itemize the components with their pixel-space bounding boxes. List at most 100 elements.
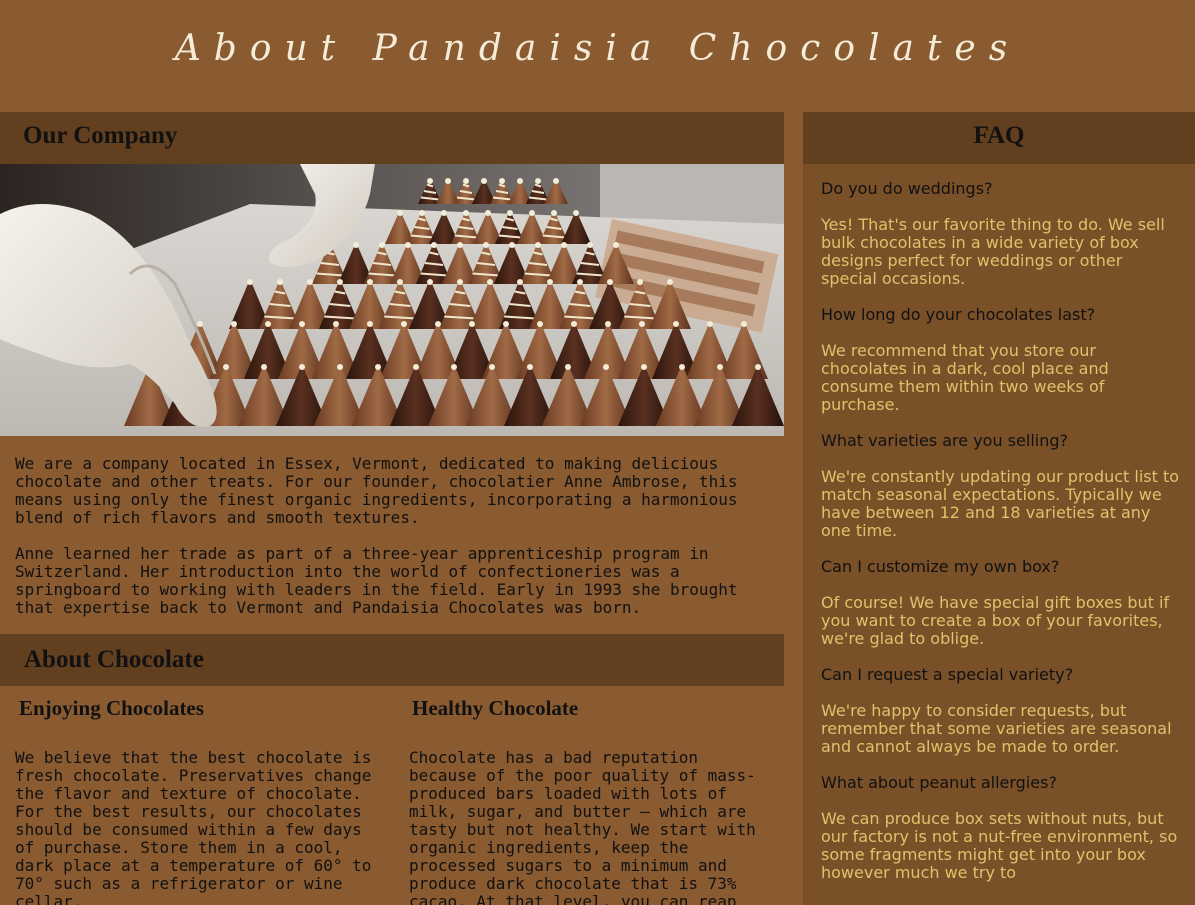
chocolate-cone-tip bbox=[613, 242, 619, 248]
chocolate-cone-tip bbox=[639, 321, 645, 327]
chocolate-cone-tip bbox=[481, 178, 487, 184]
chocolate-cone-tip bbox=[517, 178, 523, 184]
chocolate-cone-tip bbox=[547, 279, 553, 285]
chocolate-cone-tip bbox=[537, 321, 543, 327]
faq-answer: Yes! That's our favorite thing to do. We… bbox=[821, 215, 1165, 288]
chocolate-cone-tip bbox=[397, 210, 403, 216]
chocolate-cone-tip bbox=[641, 364, 647, 370]
chocolate-cone-tip bbox=[445, 178, 451, 184]
chocolate-cone-tip bbox=[231, 321, 237, 327]
chocolate-cone-tip bbox=[637, 279, 643, 285]
chocolate-cone-tip bbox=[667, 279, 673, 285]
faq-answer: Of course! We have special gift boxes bu… bbox=[821, 593, 1170, 648]
chocolate-cone-tip bbox=[717, 364, 723, 370]
chocolate-cone-tip bbox=[431, 242, 437, 248]
company-paragraph-2: Anne learned her trade as part of a thre… bbox=[15, 544, 738, 617]
faq-answer: We can produce box sets without nuts, bu… bbox=[821, 809, 1178, 882]
chocolate-cone-tip bbox=[507, 210, 513, 216]
chocolate-cone-tip bbox=[499, 178, 505, 184]
faq-question: How long do your chocolates last? bbox=[821, 305, 1096, 324]
chocolate-cone-tip bbox=[457, 242, 463, 248]
chocolate-cone-tip bbox=[247, 279, 253, 285]
chocolate-cone-tip bbox=[223, 364, 229, 370]
company-paragraph-1: We are a company located in Essex, Vermo… bbox=[15, 454, 738, 527]
chocolate-cone-tip bbox=[469, 321, 475, 327]
chocolate-cone-tip bbox=[367, 321, 373, 327]
chocolate-cone-tip bbox=[551, 210, 557, 216]
faq-answer: We recommend that you store our chocolat… bbox=[821, 341, 1109, 414]
chocolate-cone-tip bbox=[605, 321, 611, 327]
healthy-chocolate-text: Chocolate has a bad reputation because o… bbox=[409, 748, 756, 905]
chocolate-cone-tip bbox=[353, 242, 359, 248]
faq-answer: We're constantly updating our product li… bbox=[821, 467, 1180, 540]
chocolate-cone-tip bbox=[401, 321, 407, 327]
chocolate-cone-tip bbox=[379, 242, 385, 248]
faq-heading-bar: FAQ bbox=[803, 112, 1195, 164]
chocolate-cone-tip bbox=[451, 364, 457, 370]
chocolate-cone-tip bbox=[265, 321, 271, 327]
chocolate-cone-tip bbox=[571, 321, 577, 327]
chocolate-cone-tip bbox=[277, 279, 283, 285]
chocolate-cone-tip bbox=[483, 242, 489, 248]
company-hero-image bbox=[0, 164, 784, 436]
chocolate-tray-illustration bbox=[0, 164, 784, 436]
healthy-chocolate-heading: Healthy Chocolate bbox=[412, 696, 579, 720]
chocolate-cone-tip bbox=[517, 279, 523, 285]
chocolate-cone-tip bbox=[503, 321, 509, 327]
site-header: About Pandaisia Chocolates bbox=[0, 0, 1195, 112]
about-chocolate-heading: About Chocolate bbox=[24, 646, 204, 673]
chocolate-cone-tip bbox=[367, 279, 373, 285]
faq-question: What about peanut allergies? bbox=[821, 773, 1057, 792]
chocolate-cone-tip bbox=[603, 364, 609, 370]
chocolate-cone-tip bbox=[561, 242, 567, 248]
chocolate-cone-tip bbox=[577, 279, 583, 285]
chocolate-cone-tip bbox=[299, 364, 305, 370]
chocolate-cone-tip bbox=[337, 364, 343, 370]
chocolate-cone-tip bbox=[527, 364, 533, 370]
chocolate-cone-tip bbox=[485, 210, 491, 216]
enjoying-chocolates-heading: Enjoying Chocolates bbox=[19, 696, 204, 720]
company-heading-bar: Our Company bbox=[0, 112, 784, 164]
chocolate-cone-tip bbox=[375, 364, 381, 370]
chocolate-cone-tip bbox=[427, 178, 433, 184]
chocolate-cone-tip bbox=[529, 210, 535, 216]
page-title: About Pandaisia Chocolates bbox=[174, 28, 1021, 69]
faq-answer: We're happy to consider requests, but re… bbox=[821, 701, 1172, 756]
faq-sidebar: FAQ Do you do weddings? Yes! That's our … bbox=[803, 112, 1195, 905]
chocolate-cone-tip bbox=[509, 242, 515, 248]
chocolate-cone-tip bbox=[457, 279, 463, 285]
chocolate-cone-tip bbox=[535, 242, 541, 248]
faq-question: Can I request a special variety? bbox=[821, 665, 1074, 684]
chocolate-cone-tip bbox=[553, 178, 559, 184]
chocolate-cone-tip bbox=[419, 210, 425, 216]
chocolate-cone-tip bbox=[673, 321, 679, 327]
chocolate-cone-tip bbox=[487, 279, 493, 285]
chocolate-cone-tip bbox=[435, 321, 441, 327]
faq-list: Do you do weddings? Yes! That's our favo… bbox=[821, 180, 1183, 900]
chocolate-cone-tip bbox=[299, 321, 305, 327]
chocolate-cone-tip bbox=[405, 242, 411, 248]
chocolate-cone-tip bbox=[755, 364, 761, 370]
chocolate-cone-tip bbox=[463, 210, 469, 216]
chocolate-cone-tip bbox=[707, 321, 713, 327]
chocolate-cone-tip bbox=[535, 178, 541, 184]
chocolate-cone-tip bbox=[441, 210, 447, 216]
chocolate-cone-tip bbox=[197, 321, 203, 327]
chocolate-cone-tip bbox=[587, 242, 593, 248]
chocolate-cone-tip bbox=[565, 364, 571, 370]
faq-question: Can I customize my own box? bbox=[821, 557, 1060, 576]
chocolate-cone-tip bbox=[261, 364, 267, 370]
chocolate-cone-tip bbox=[397, 279, 403, 285]
chocolate-cone-tip bbox=[489, 364, 495, 370]
chocolate-cone-tip bbox=[337, 279, 343, 285]
chocolate-cone-tip bbox=[307, 279, 313, 285]
chocolate-cone-tip bbox=[573, 210, 579, 216]
chocolate-cone-tip bbox=[333, 321, 339, 327]
chocolate-cone-tip bbox=[413, 364, 419, 370]
faq-question: Do you do weddings? bbox=[821, 179, 993, 198]
company-heading: Our Company bbox=[23, 122, 178, 149]
faq-heading: FAQ bbox=[973, 122, 1025, 149]
chocolate-cone-tip bbox=[607, 279, 613, 285]
faq-question: What varieties are you selling? bbox=[821, 431, 1068, 450]
main-content: Our Company We are a company located in … bbox=[0, 112, 784, 905]
